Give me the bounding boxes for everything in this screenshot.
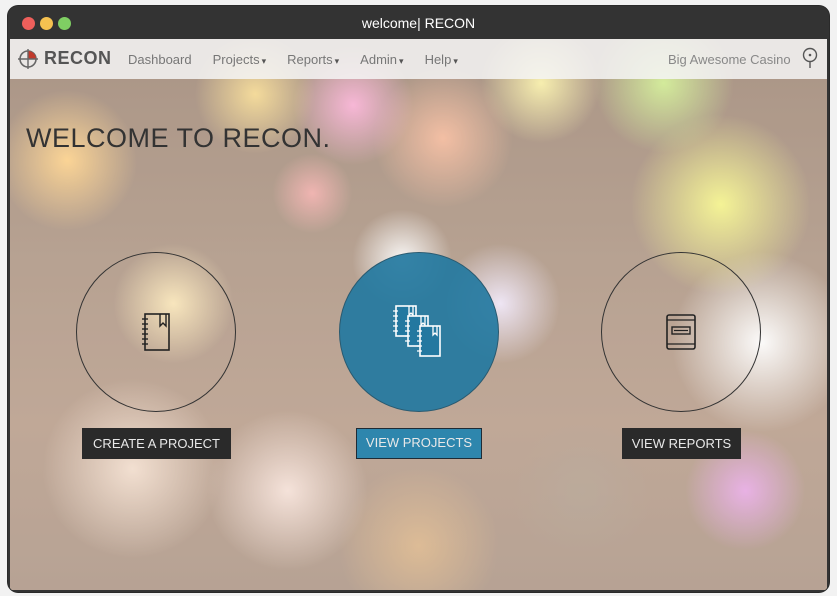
notebook-icon [142, 313, 170, 351]
nav-projects-dropdown[interactable]: Projects ▾ [213, 52, 267, 67]
nav-menu: Dashboard Projects ▾ Reports ▾ Admin ▾ Help… [128, 52, 458, 67]
caret-down-icon: ▾ [261, 56, 267, 66]
brand-name: RECON [44, 48, 112, 68]
recon-crosshair-icon [18, 48, 38, 69]
brand-logo[interactable]: RECON [18, 48, 112, 69]
top-navbar: RECON Dashboard Projects ▾ Reports ▾ Admin… [10, 39, 827, 79]
window-title: welcome| RECON [361, 15, 476, 31]
app-window: welcome| RECON RECON Dashboard Projects ▾… [8, 6, 829, 592]
main-content: RECON Dashboard Projects ▾ Reports ▾ Admin… [10, 39, 827, 590]
nav-admin-dropdown[interactable]: Admin ▾ [360, 52, 403, 67]
nav-dashboard-label: Dashboard [128, 52, 192, 67]
title-bar: welcome| RECON [8, 6, 829, 39]
create-project-circle[interactable] [76, 252, 236, 412]
view-projects-button[interactable]: VIEW PROJECTS [356, 428, 482, 459]
notebooks-stack-icon [393, 305, 441, 357]
location-pin-icon[interactable] [800, 47, 820, 69]
caret-down-icon: ▾ [453, 56, 458, 66]
nav-projects-label: Projects [212, 52, 260, 67]
page-title: WELCOME TO RECON. [26, 123, 331, 153]
create-project-button[interactable]: CREATE A PROJECT [82, 428, 231, 459]
caret-down-icon: ▾ [399, 56, 404, 66]
nav-dashboard[interactable]: Dashboard [128, 52, 192, 67]
nav-admin-label: Admin [360, 52, 398, 67]
view-reports-circle[interactable] [601, 252, 761, 412]
nav-help-label: Help [424, 52, 452, 67]
property-name-link[interactable]: Big Awesome Casino [668, 52, 791, 67]
report-book-icon [666, 314, 696, 350]
view-projects-circle[interactable] [339, 252, 499, 412]
nav-reports-dropdown[interactable]: Reports ▾ [287, 52, 339, 67]
nav-help-dropdown[interactable]: Help ▾ [425, 52, 458, 67]
caret-down-icon: ▾ [334, 56, 340, 66]
view-reports-button[interactable]: VIEW REPORTS [622, 428, 741, 459]
nav-reports-label: Reports [287, 52, 333, 67]
